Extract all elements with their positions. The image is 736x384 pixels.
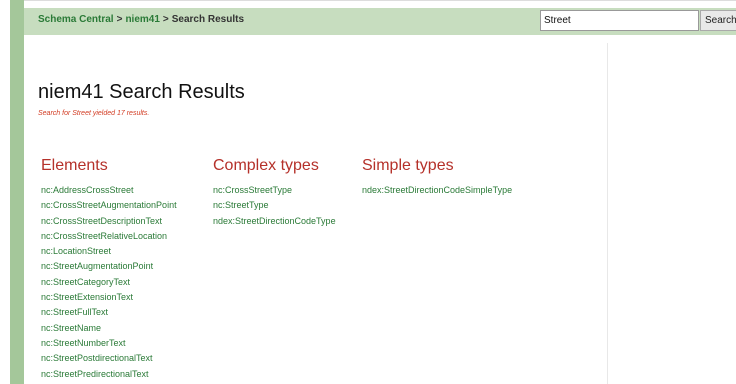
complex-type-link[interactable]: nc:StreetType	[213, 198, 336, 213]
top-border	[24, 0, 736, 1]
element-link[interactable]: nc:LocationStreet	[41, 244, 177, 259]
elements-list: nc:AddressCrossStreet nc:CrossStreetAugm…	[41, 183, 177, 382]
search-input[interactable]	[540, 10, 699, 31]
element-link[interactable]: nc:CrossStreetAugmentationPoint	[41, 198, 177, 213]
simple-types-column: Simple types ndex:StreetDirectionCodeSim…	[362, 157, 512, 198]
left-rail	[10, 0, 24, 384]
element-link[interactable]: nc:StreetFullText	[41, 305, 177, 320]
breadcrumb-current: Search Results	[171, 14, 245, 25]
element-link[interactable]: nc:StreetAugmentationPoint	[41, 259, 177, 274]
element-link[interactable]: nc:AddressCrossStreet	[41, 183, 177, 198]
search-summary: Search for Street yielded 17 results.	[38, 110, 150, 117]
element-link[interactable]: nc:StreetNumberText	[41, 336, 177, 351]
breadcrumb: Schema Central > niem41 > Search Results	[38, 14, 244, 25]
element-link[interactable]: nc:StreetName	[41, 321, 177, 336]
complex-types-heading: Complex types	[213, 157, 319, 174]
elements-heading: Elements	[41, 157, 108, 174]
complex-types-column: Complex types nc:CrossStreetType nc:Stre…	[213, 157, 336, 229]
content-divider	[607, 43, 608, 384]
element-link[interactable]: nc:CrossStreetRelativeLocation	[41, 229, 177, 244]
simple-types-heading: Simple types	[362, 157, 454, 174]
element-link[interactable]: nc:StreetExtensionText	[41, 290, 177, 305]
element-link[interactable]: nc:StreetPostdirectionalText	[41, 351, 177, 366]
complex-types-list: nc:CrossStreetType nc:StreetType ndex:St…	[213, 183, 336, 229]
breadcrumb-schema-central[interactable]: Schema Central	[38, 14, 114, 25]
search-button[interactable]: Search	[700, 10, 736, 31]
simple-type-link[interactable]: ndex:StreetDirectionCodeSimpleType	[362, 183, 512, 198]
breadcrumb-separator: >	[162, 14, 169, 25]
complex-type-link[interactable]: nc:CrossStreetType	[213, 183, 336, 198]
element-link[interactable]: nc:CrossStreetDescriptionText	[41, 214, 177, 229]
page-title: niem41 Search Results	[38, 81, 245, 103]
simple-types-list: ndex:StreetDirectionCodeSimpleType	[362, 183, 512, 198]
breadcrumb-niem41[interactable]: niem41	[125, 14, 159, 25]
element-link[interactable]: nc:StreetPredirectionalText	[41, 367, 177, 382]
complex-type-link[interactable]: ndex:StreetDirectionCodeType	[213, 214, 336, 229]
elements-column: Elements nc:AddressCrossStreet nc:CrossS…	[41, 157, 177, 382]
breadcrumb-separator: >	[116, 14, 123, 25]
element-link[interactable]: nc:StreetCategoryText	[41, 275, 177, 290]
